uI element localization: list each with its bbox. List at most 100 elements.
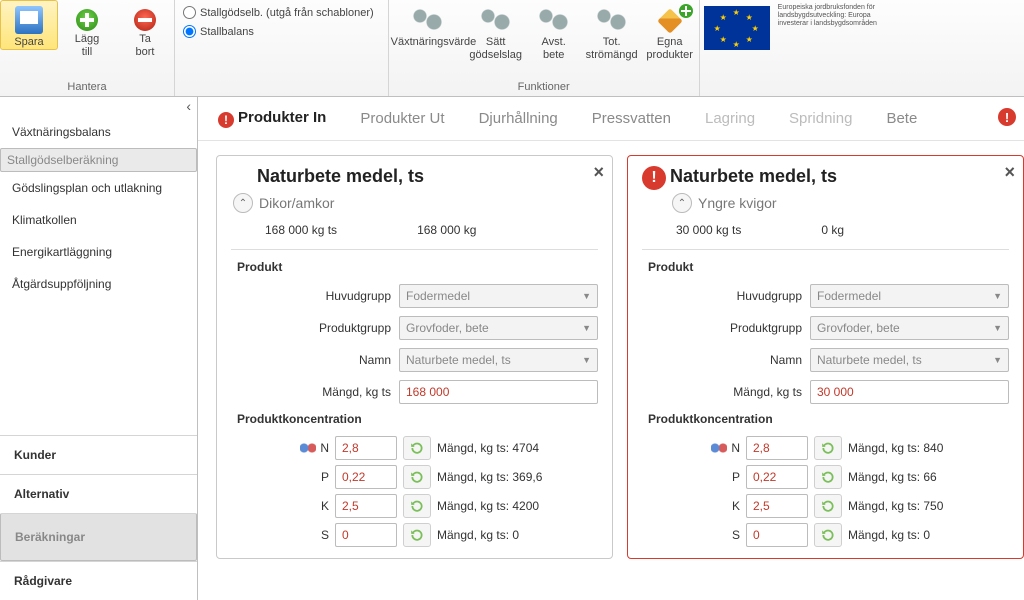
radio-stallbalans[interactable]: Stallbalans <box>183 25 374 38</box>
tab-label: Bete <box>886 110 917 127</box>
revert-button[interactable] <box>814 465 842 489</box>
amount-left: 30 000 kg ts <box>676 223 741 237</box>
revert-button[interactable] <box>403 494 431 518</box>
sidebar-item[interactable]: Stallgödselberäkning <box>0 148 197 172</box>
concentration-input[interactable]: 0,22 <box>335 465 397 489</box>
save-button[interactable]: Spara <box>0 0 58 50</box>
error-badge-icon: ! <box>998 108 1016 126</box>
nutrient-symbol: N <box>731 441 740 455</box>
avst-bete-button[interactable]: Avst. bete <box>525 0 583 62</box>
plus-icon <box>76 9 98 31</box>
ribbon: Spara Lägg till Ta bort Hantera Stallgöd… <box>0 0 1024 97</box>
vaxtnaringsvarde-button[interactable]: Växtnäringsvärde <box>389 0 467 49</box>
field-label: P <box>231 470 335 484</box>
nutrient-symbol: N <box>320 441 329 455</box>
concentration-input[interactable]: 0,22 <box>746 465 808 489</box>
close-card-button[interactable]: × <box>1004 162 1015 183</box>
sidebar-bottom-item[interactable]: Alternativ <box>0 474 197 513</box>
add-label: Lägg till <box>60 33 114 59</box>
concentration-input[interactable]: 2,5 <box>335 494 397 518</box>
concentration-input[interactable]: 0 <box>335 523 397 547</box>
sidebar-bottom-item[interactable]: Rådgivare <box>0 561 197 600</box>
section-title-concentration: Produktkoncentration <box>237 412 598 426</box>
tab-label: Produkter Ut <box>360 110 444 127</box>
sidebar-item[interactable]: Klimatkollen <box>0 204 197 236</box>
sidebar-bottom-item[interactable]: Kunder <box>0 435 197 474</box>
computed-amount: Mängd, kg ts: 0 <box>848 528 930 542</box>
tab[interactable]: !Produkter In <box>216 103 328 134</box>
chevron-up-icon[interactable]: ⌃ <box>672 193 692 213</box>
tab[interactable]: Produkter Ut <box>358 104 446 133</box>
chevron-down-icon: ▼ <box>582 291 591 301</box>
ribbon-group-mode: Stallgödselb. (utgå från schabloner) Sta… <box>175 0 389 96</box>
vaxtnaring-label: Växtnäringsvärde <box>391 36 465 49</box>
dropdown[interactable]: Naturbete medel, ts▼ <box>810 348 1009 372</box>
concentration-input[interactable]: 2,8 <box>746 436 808 460</box>
quantity-input[interactable]: 168 000 <box>399 380 598 404</box>
tot-label: Tot. strömängd <box>585 36 639 62</box>
radio-stallbalans-input[interactable] <box>183 25 196 38</box>
concentration-input[interactable]: 2,5 <box>746 494 808 518</box>
radio-schablon-label: Stallgödselb. (utgå från schabloner) <box>200 7 374 19</box>
eu-caption: Europeiska jordbruksfonden för landsbygd… <box>774 0 902 50</box>
field-label: N <box>231 441 335 455</box>
remove-button[interactable]: Ta bort <box>116 0 174 59</box>
computed-amount: Mängd, kg ts: 0 <box>437 528 519 542</box>
field-label: K <box>642 499 746 513</box>
gear-icon <box>478 6 514 34</box>
field-label: Mängd, kg ts <box>642 385 810 399</box>
tab[interactable]: Bete <box>884 104 919 133</box>
amount-left: 168 000 kg ts <box>265 223 337 237</box>
dropdown[interactable]: Fodermedel▼ <box>399 284 598 308</box>
nutrient-symbol: S <box>321 528 329 542</box>
collapse-sidebar-icon[interactable]: ‹ <box>186 98 191 114</box>
tot-stromangd-button[interactable]: Tot. strömängd <box>583 0 641 62</box>
revert-button[interactable] <box>403 465 431 489</box>
revert-button[interactable] <box>403 436 431 460</box>
sidebar-bottom-item[interactable]: Beräkningar <box>0 513 197 561</box>
ribbon-group-label: Hantera <box>0 79 174 96</box>
tab[interactable]: Djurhållning <box>477 104 560 133</box>
radio-schablon[interactable]: Stallgödselb. (utgå från schabloner) <box>183 6 374 19</box>
dropdown[interactable]: Naturbete medel, ts▼ <box>399 348 598 372</box>
sidebar-item[interactable]: Gödslingsplan och utlakning <box>0 172 197 204</box>
dropdown[interactable]: Fodermedel▼ <box>810 284 1009 308</box>
egna-produkter-button[interactable]: Egna produkter <box>641 0 699 62</box>
tab-label: Djurhållning <box>479 110 558 127</box>
quantity-input[interactable]: 30 000 <box>810 380 1009 404</box>
field-label: Produktgrupp <box>642 321 810 335</box>
sidebar-item[interactable]: Energikartläggning <box>0 236 197 268</box>
dropdown[interactable]: Grovfoder, bete▼ <box>810 316 1009 340</box>
concentration-input[interactable]: 2,8 <box>335 436 397 460</box>
sidebar-item[interactable]: Åtgärdsuppföljning <box>0 268 197 300</box>
computed-amount: Mängd, kg ts: 750 <box>848 499 943 513</box>
ribbon-group-eu: ★ ★ ★ ★ ★ ★ ★ ★ Europeiska jordbruksfond… <box>700 0 902 96</box>
molecule-icon <box>300 442 316 454</box>
revert-button[interactable] <box>403 523 431 547</box>
close-card-button[interactable]: × <box>593 162 604 183</box>
field-label: Mängd, kg ts <box>231 385 399 399</box>
revert-button[interactable] <box>814 523 842 547</box>
ribbon-group-funktioner: Växtnäringsvärde Sätt gödselslag Avst. b… <box>389 0 700 96</box>
gear-icon <box>410 6 446 34</box>
chevron-up-icon[interactable]: ⌃ <box>233 193 253 213</box>
radio-schablon-input[interactable] <box>183 6 196 19</box>
sidebar-item[interactable]: Växtnäringsbalans <box>0 116 197 148</box>
field-label: Namn <box>642 353 810 367</box>
revert-button[interactable] <box>814 436 842 460</box>
nutrient-symbol: K <box>321 499 329 513</box>
revert-button[interactable] <box>814 494 842 518</box>
tab: Spridning <box>787 104 854 133</box>
computed-amount: Mängd, kg ts: 369,6 <box>437 470 542 484</box>
field-label: S <box>642 528 746 542</box>
error-badge-icon: ! <box>642 166 666 190</box>
minus-icon <box>134 9 156 31</box>
dropdown[interactable]: Grovfoder, bete▼ <box>399 316 598 340</box>
tab[interactable]: Pressvatten <box>590 104 673 133</box>
concentration-input[interactable]: 0 <box>746 523 808 547</box>
sidebar: ‹ VäxtnäringsbalansStallgödselberäkningG… <box>0 96 198 600</box>
gear-icon <box>536 6 572 34</box>
satt-godselslag-button[interactable]: Sätt gödselslag <box>467 0 525 62</box>
add-button[interactable]: Lägg till <box>58 0 116 59</box>
gear-icon <box>594 6 630 34</box>
